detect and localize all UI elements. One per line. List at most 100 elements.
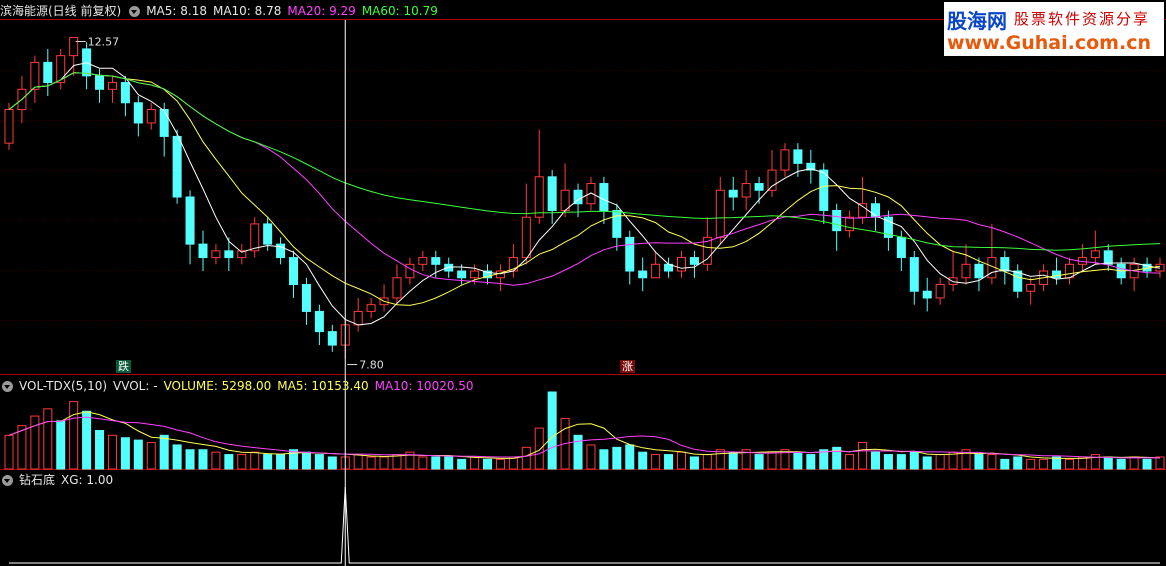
volume-bar	[301, 451, 311, 470]
volume-bar	[754, 454, 764, 470]
volume-bar	[82, 410, 92, 470]
volume-bar	[1155, 456, 1165, 470]
volume-bar	[922, 456, 932, 470]
volume-bar	[314, 454, 324, 470]
candle-body	[4, 109, 14, 144]
candle-body	[405, 263, 415, 279]
candle-body	[133, 102, 143, 124]
candle-body	[948, 277, 958, 285]
fall-badge: 跌	[116, 360, 131, 373]
vol-ma5-readout: MA5: 10153.40	[277, 379, 369, 393]
candle-body	[741, 183, 751, 198]
candle-body	[314, 310, 324, 333]
volume-bar	[870, 451, 880, 470]
volume-bar	[1000, 458, 1010, 470]
candle-body	[224, 250, 234, 259]
volume-bar	[909, 451, 919, 470]
watermark-brand: 股海网	[947, 9, 1007, 33]
volume-bar	[638, 451, 648, 470]
volume-bar	[172, 444, 182, 470]
candle-body	[728, 189, 738, 198]
candle-body	[612, 209, 622, 238]
volume-bar	[987, 454, 997, 470]
high-price-label: 12.57	[88, 35, 120, 48]
candle-body	[289, 257, 299, 286]
chart-window: { "header": { "stock_title": "滨海能源(日线 前复…	[0, 0, 1166, 566]
volume-ma10-line	[8, 416, 1161, 459]
candle-body	[767, 169, 777, 191]
volume-bar	[1064, 458, 1074, 470]
ma60-readout: MA60: 10.79	[361, 4, 438, 18]
volume-bar	[1103, 456, 1113, 470]
candle-body	[832, 209, 842, 232]
volume-bar	[547, 391, 557, 470]
volume-bar	[224, 454, 234, 470]
candle-body	[159, 109, 169, 137]
volume-bar	[1013, 456, 1023, 470]
candle-body	[935, 284, 945, 299]
candle-body	[457, 270, 467, 279]
candle-body	[1013, 270, 1023, 292]
candle-body	[107, 82, 117, 90]
candle-body	[961, 263, 971, 279]
candle-body	[1026, 284, 1036, 292]
candle-body	[146, 109, 156, 124]
candle-body	[780, 149, 790, 171]
candle-body	[793, 149, 803, 164]
volume-bar	[418, 456, 428, 470]
volume-bar	[767, 451, 777, 470]
volume-bar	[935, 454, 945, 470]
volume-bar	[327, 456, 337, 470]
volume-bar	[379, 456, 389, 470]
stock-title: 滨海能源(日线 前复权)	[0, 4, 122, 18]
volume-bar	[1026, 458, 1036, 470]
volume-bar	[1039, 458, 1049, 470]
volume-bar	[237, 454, 247, 470]
candle-body	[185, 196, 195, 245]
dropdown-circle-icon[interactable]	[2, 474, 13, 486]
volume-bar	[211, 451, 221, 470]
ma20-line	[8, 72, 1161, 286]
volume-bar	[573, 434, 583, 470]
candle-body	[858, 203, 868, 218]
candle-body	[974, 263, 984, 279]
candle-body	[534, 176, 544, 218]
candle-body	[263, 223, 273, 245]
candle-body	[198, 243, 208, 259]
candle-body	[327, 331, 337, 346]
dropdown-circle-icon[interactable]	[129, 5, 141, 17]
candle-body	[896, 236, 906, 259]
volume-bar	[69, 401, 79, 470]
volume-panel-header: VOL-TDX(5,10) VVOL: - VOLUME: 5298.00 MA…	[0, 376, 474, 396]
candle-body	[638, 270, 648, 279]
candle-body	[819, 169, 829, 211]
volume-readout: VOLUME: 5298.00	[163, 379, 272, 393]
volume-bar	[120, 437, 130, 470]
volume-bar	[4, 434, 14, 470]
candle-body	[651, 263, 661, 279]
volume-bar	[444, 456, 454, 470]
volume-bar	[974, 454, 984, 470]
volume-bar	[883, 454, 893, 470]
volume-bar	[702, 454, 712, 470]
candle-body	[715, 189, 725, 238]
volume-indicator-name: VOL-TDX(5,10)	[19, 379, 108, 393]
candle-body	[250, 223, 260, 252]
volume-bar	[133, 439, 143, 470]
candle-body	[586, 183, 596, 205]
volume-bar	[599, 449, 609, 470]
signal-spike-line	[9, 486, 1160, 564]
volume-bar	[625, 444, 635, 470]
candle-body	[366, 304, 376, 312]
volume-bar	[482, 458, 493, 470]
volume-bar	[431, 456, 441, 470]
kline-chart-canvas[interactable]: 12.57 7.80	[0, 0, 1166, 566]
volume-bar	[819, 449, 829, 470]
volume-bar	[521, 446, 531, 470]
candle-body	[909, 257, 919, 292]
volume-bar	[146, 442, 156, 470]
volume-bar	[534, 427, 544, 470]
dropdown-circle-icon[interactable]	[2, 380, 13, 392]
candle-body	[211, 250, 221, 259]
candle-body	[43, 61, 53, 84]
